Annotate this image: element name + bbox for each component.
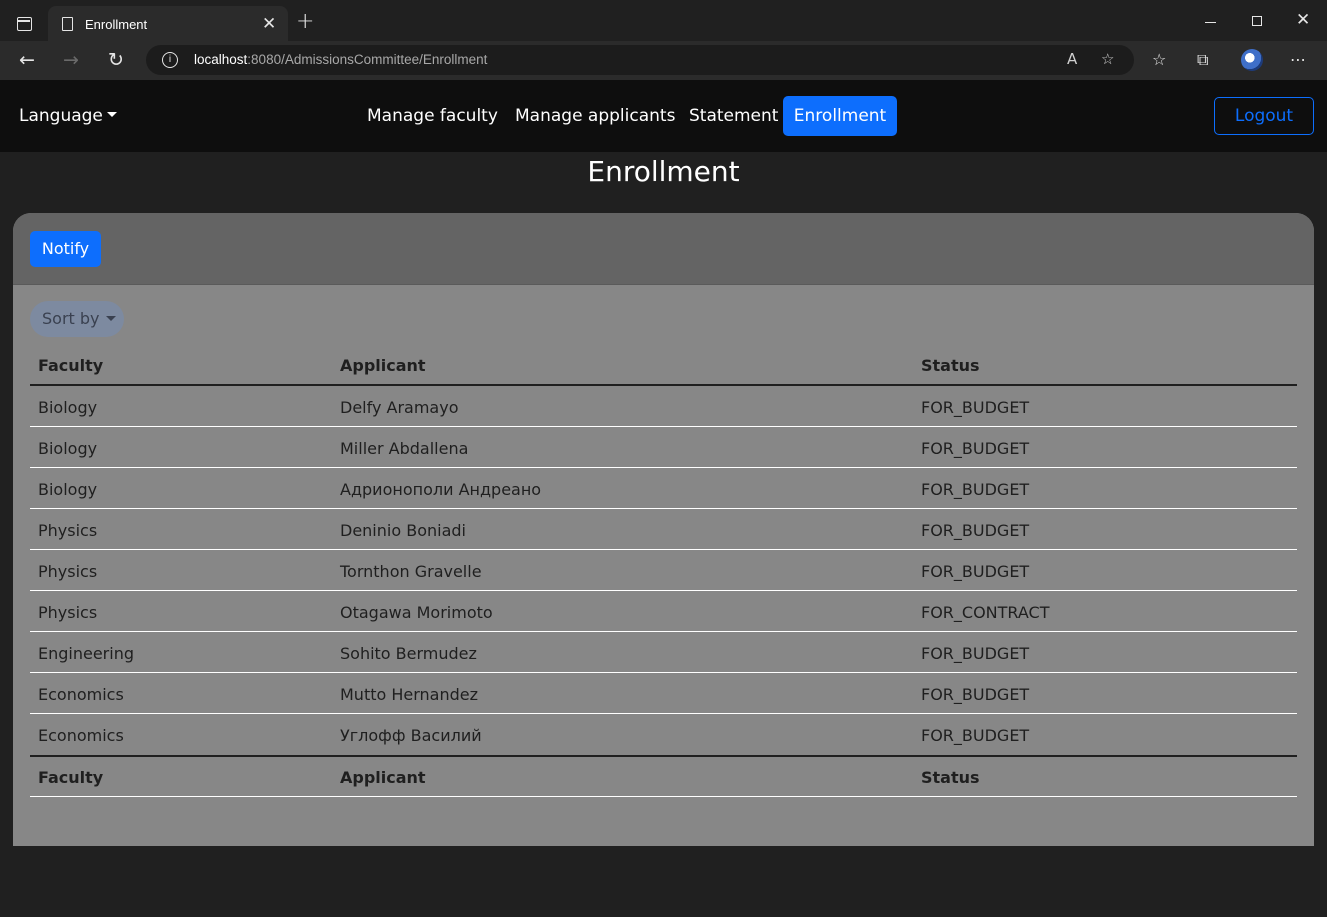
faculty-cell: Physics — [38, 521, 98, 540]
browser-tab[interactable]: Enrollment ✕ — [48, 6, 288, 41]
profile-avatar[interactable] — [1241, 49, 1263, 71]
caret-down-icon — [106, 112, 117, 117]
faculty-cell: Physics — [38, 603, 98, 622]
back-icon[interactable]: ← — [19, 49, 35, 71]
browser-toolbar: ← → ↻ i localhost:8080/AdmissionsCommitt… — [0, 41, 1327, 80]
more-icon[interactable]: ⋯ — [1290, 51, 1306, 69]
maximize-icon[interactable] — [1252, 16, 1262, 26]
page-title: Enrollment — [587, 155, 740, 188]
caret-down-icon — [105, 315, 116, 321]
sort-by-dropdown[interactable]: Sort by — [30, 301, 124, 337]
faculty-cell: Economics — [38, 726, 124, 745]
column-header-status[interactable]: Status — [921, 356, 980, 375]
address-bar[interactable]: i localhost:8080/AdmissionsCommittee/Enr… — [146, 45, 1134, 75]
faculty-cell: Biology — [38, 398, 98, 417]
favorites-icon[interactable]: ☆ — [1152, 51, 1166, 69]
table-row: Physics Otagawa Morimoto FOR_CONTRACT — [30, 591, 1297, 632]
column-header-applicant[interactable]: Applicant — [340, 356, 426, 375]
table-header-row: Faculty Applicant Status — [30, 345, 1297, 386]
language-dropdown[interactable]: Language — [19, 106, 117, 126]
applicant-cell: Miller Abdallena — [340, 439, 469, 458]
status-cell: FOR_BUDGET — [921, 726, 1030, 745]
window-close-icon[interactable]: ✕ — [1296, 10, 1310, 30]
applicant-cell: Deninio Boniadi — [340, 521, 466, 540]
status-cell: FOR_BUDGET — [921, 685, 1030, 704]
applicant-cell: Tornthon Gravelle — [340, 562, 482, 581]
table-row: Biology Адрионополи Андреано FOR_BUDGET — [30, 468, 1297, 509]
table-footer-row: Faculty Applicant Status — [30, 755, 1297, 797]
enrollment-table: Faculty Applicant Status Biology Delfy A… — [30, 345, 1297, 797]
applicant-cell: Адрионополи Андреано — [340, 480, 542, 499]
applicant-cell: Otagawa Morimoto — [340, 603, 493, 622]
notify-button[interactable]: Notify — [30, 231, 101, 267]
table-row: Economics Mutto Hernandez FOR_BUDGET — [30, 673, 1297, 714]
browser-titlebar: Enrollment ✕ + ✕ — [0, 0, 1327, 41]
table-row: Biology Miller Abdallena FOR_BUDGET — [30, 427, 1297, 468]
nav-statement[interactable]: Statement — [689, 106, 778, 126]
footer-status: Status — [921, 768, 980, 787]
site-navbar: Language Manage faculty Manage applicant… — [0, 80, 1327, 152]
tab-close-icon[interactable]: ✕ — [262, 14, 276, 34]
column-header-faculty[interactable]: Faculty — [38, 356, 103, 375]
status-cell: FOR_BUDGET — [921, 521, 1030, 540]
table-row: Physics Deninio Boniadi FOR_BUDGET — [30, 509, 1297, 550]
enrollment-card: Notify Sort by Faculty Applicant Status … — [13, 213, 1314, 846]
document-icon — [62, 17, 73, 31]
logout-button[interactable]: Logout — [1214, 97, 1314, 135]
nav-enrollment[interactable]: Enrollment — [783, 96, 897, 136]
table-row: Economics Углофф Василий FOR_BUDGET — [30, 714, 1297, 755]
nav-manage-applicants[interactable]: Manage applicants — [515, 106, 675, 126]
footer-applicant: Applicant — [340, 768, 426, 787]
table-row: Biology Delfy Aramayo FOR_BUDGET — [30, 386, 1297, 427]
applicant-cell: Углофф Василий — [340, 726, 482, 745]
applicant-cell: Sohito Bermudez — [340, 644, 477, 663]
faculty-cell: Economics — [38, 685, 124, 704]
faculty-cell: Physics — [38, 562, 98, 581]
refresh-icon[interactable]: ↻ — [108, 49, 124, 71]
nav-manage-faculty[interactable]: Manage faculty — [367, 106, 498, 126]
table-row: Engineering Sohito Bermudez FOR_BUDGET — [30, 632, 1297, 673]
info-icon[interactable]: i — [162, 52, 178, 68]
collections-icon[interactable]: ⧉ — [1197, 51, 1208, 69]
status-cell: FOR_BUDGET — [921, 480, 1030, 499]
add-favorite-icon[interactable]: ☆ — [1101, 50, 1114, 68]
status-cell: FOR_BUDGET — [921, 644, 1030, 663]
faculty-cell: Biology — [38, 480, 98, 499]
sidebar-toggle-icon[interactable] — [17, 17, 32, 31]
minimize-icon[interactable] — [1205, 22, 1216, 23]
tab-title: Enrollment — [85, 17, 148, 32]
faculty-cell: Biology — [38, 439, 98, 458]
status-cell: FOR_CONTRACT — [921, 603, 1050, 622]
applicant-cell: Mutto Hernandez — [340, 685, 479, 704]
url-text: localhost:8080/AdmissionsCommittee/Enrol… — [194, 52, 488, 67]
read-aloud-icon[interactable]: A — [1067, 50, 1077, 68]
applicant-cell: Delfy Aramayo — [340, 398, 459, 417]
status-cell: FOR_BUDGET — [921, 562, 1030, 581]
footer-faculty: Faculty — [38, 768, 104, 787]
status-cell: FOR_BUDGET — [921, 439, 1030, 458]
table-row: Physics Tornthon Gravelle FOR_BUDGET — [30, 550, 1297, 591]
forward-icon[interactable]: → — [63, 49, 79, 71]
faculty-cell: Engineering — [38, 644, 134, 663]
card-header: Notify — [13, 213, 1314, 285]
new-tab-icon[interactable]: + — [296, 11, 314, 33]
status-cell: FOR_BUDGET — [921, 398, 1030, 417]
